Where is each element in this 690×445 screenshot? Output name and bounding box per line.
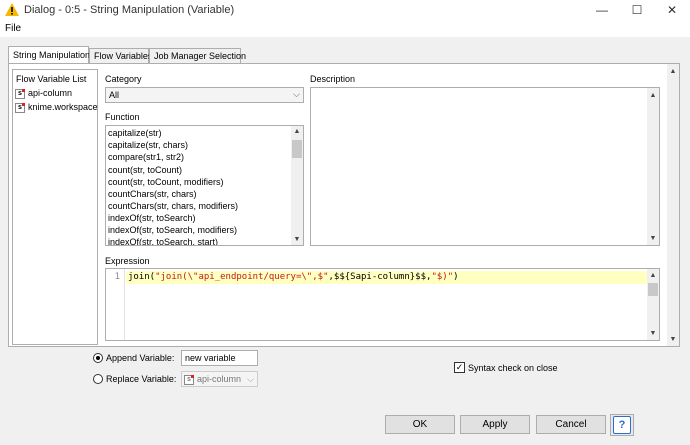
syntax-check-checkbox[interactable]: ✓ [454,362,465,373]
function-list[interactable]: capitalize(str) capitalize(str, chars) c… [105,125,304,246]
flow-variable-label: knime.workspace [28,102,98,112]
scroll-thumb[interactable] [648,283,658,296]
code-variable: $${Sapi-column}$$ [333,272,427,282]
close-button[interactable]: ✕ [655,0,689,20]
function-item[interactable]: indexOf(str, toSearch, start) [108,236,218,245]
expression-code[interactable]: join("join(\"api_endpoint/query=\",$",$$… [128,272,459,282]
menu-bar: File [0,20,690,37]
scroll-down-icon[interactable]: ▼ [667,334,679,345]
replace-variable-value: api-column [197,374,242,384]
code-token: join( [128,272,156,282]
code-token: ) [453,272,459,282]
warning-icon [5,3,19,16]
scroll-down-icon[interactable]: ▼ [291,234,303,245]
function-item[interactable]: count(str, toCount) [108,164,182,176]
scroll-up-icon[interactable]: ▲ [667,66,679,77]
flow-variable-item[interactable]: s knime.workspace [15,101,98,113]
cancel-button[interactable]: Cancel [536,415,606,434]
category-value: All [109,90,120,100]
scroll-thumb[interactable] [292,140,302,158]
expression-editor[interactable]: 1 join("join(\"api_endpoint/query=\",$",… [105,268,660,341]
line-number: 1 [114,272,120,282]
category-label: Category [105,74,142,84]
expression-scrollbar[interactable]: ▲ ▼ [647,269,659,340]
code-string: "join(\"api_endpoint/query=\",$" [155,272,329,282]
description-scrollbar[interactable]: ▲ ▼ [647,88,659,245]
maximize-button[interactable]: ☐ [620,0,654,20]
code-string: "$)" [431,272,454,282]
help-button[interactable]: ? [610,414,634,436]
scroll-up-icon[interactable]: ▲ [291,126,303,137]
scroll-up-icon[interactable]: ▲ [647,270,659,281]
ok-button[interactable]: OK [385,415,455,434]
replace-variable-radio[interactable] [93,374,103,384]
replace-variable-label: Replace Variable: [106,374,177,384]
function-item[interactable]: countChars(str, chars, modifiers) [108,200,238,212]
tab-job-manager-selection[interactable]: Job Manager Selection [149,48,246,63]
function-item[interactable]: countChars(str, chars) [108,188,197,200]
flow-variable-list-title: Flow Variable List [16,74,87,84]
minimize-button[interactable]: — [585,0,619,20]
panel-scrollbar[interactable]: ▲ ▼ [667,64,679,346]
function-label: Function [105,112,140,122]
function-item[interactable]: indexOf(str, toSearch) [108,212,196,224]
function-scrollbar[interactable]: ▲ ▼ [291,126,303,245]
flow-variable-item[interactable]: s api-column [15,87,72,99]
description-label: Description [310,74,356,84]
menu-file[interactable]: File [5,23,21,34]
flow-variable-label: api-column [28,88,73,98]
apply-button[interactable]: Apply [460,415,530,434]
function-item[interactable]: capitalize(str, chars) [108,139,188,151]
syntax-check-label: Syntax check on close [468,363,558,373]
scroll-up-icon[interactable]: ▲ [647,90,659,101]
flow-variable-list[interactable]: Flow Variable List s api-column s knime.wo… [12,69,98,345]
category-select[interactable]: All ⌵ [105,87,304,103]
chevron-down-icon: ⌵ [247,374,254,384]
string-variable-icon: s [15,102,25,113]
function-item[interactable]: capitalize(str) [108,127,162,139]
function-item[interactable]: count(str, toCount, modifiers) [108,176,224,188]
string-variable-icon: s [15,88,25,99]
description-box: ▲ ▼ [310,87,660,246]
function-item[interactable]: compare(str1, str2) [108,151,184,163]
string-variable-icon: s [184,374,194,385]
function-item[interactable]: indexOf(str, toSearch, modifiers) [108,224,237,236]
title-bar: Dialog - 0:5 - String Manipulation (Vari… [0,0,690,20]
tab-string-manipulation[interactable]: String Manipulation [8,46,90,64]
replace-variable-select[interactable]: s api-column ⌵ [181,371,258,387]
scroll-down-icon[interactable]: ▼ [647,233,659,244]
chevron-down-icon: ⌵ [293,89,300,99]
expression-label: Expression [105,256,150,266]
help-icon: ? [613,416,631,434]
append-variable-input[interactable]: new variable [181,350,258,366]
append-variable-label: Append Variable: [106,353,175,363]
line-gutter: 1 [106,269,125,340]
tab-flow-variables[interactable]: Flow Variables [89,48,152,63]
append-variable-radio[interactable] [93,353,103,363]
window-title: Dialog - 0:5 - String Manipulation (Vari… [24,4,235,16]
scroll-down-icon[interactable]: ▼ [647,328,659,339]
